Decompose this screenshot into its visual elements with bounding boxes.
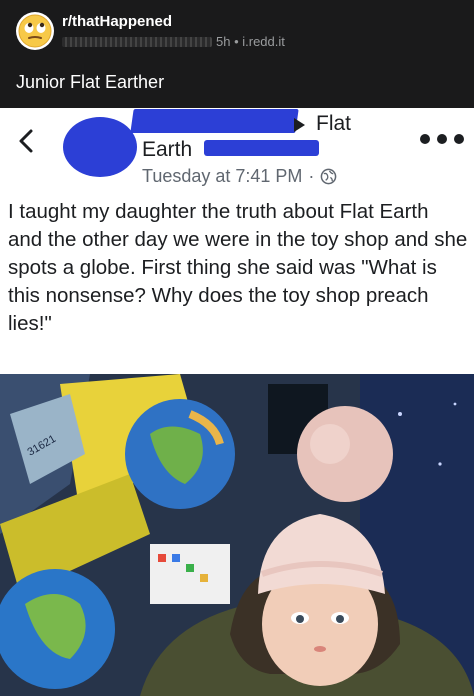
post-meta-text: 5h • i.redd.it	[216, 34, 285, 49]
group-name-line-1[interactable]: Flat	[316, 112, 351, 136]
chevron-left-icon[interactable]	[14, 128, 40, 154]
triangle-right-icon	[294, 118, 305, 132]
subreddit-name[interactable]: r/thatHappened	[62, 13, 172, 30]
post-meta: 5h • i.redd.it	[62, 34, 285, 49]
redacted-avatar	[63, 117, 137, 177]
group-name-line-2[interactable]: Earth	[142, 138, 192, 162]
reddit-post-header: r/thatHappened 5h • i.redd.it Junior Fla…	[0, 0, 474, 110]
post-timestamp: Tuesday at 7:41 PM ·	[142, 166, 337, 187]
ellipsis-icon[interactable]	[420, 134, 464, 148]
post-image[interactable]: Flat Earth Tuesday at 7:41 PM · I taught…	[0, 108, 474, 696]
rolling-eyes-emoji-icon	[18, 14, 52, 48]
post-title[interactable]: Junior Flat Earther	[16, 72, 164, 93]
redaction-scribble	[204, 140, 319, 156]
redaction-scribble	[130, 109, 299, 133]
post-body-text: I taught my daughter the truth about Fla…	[8, 200, 468, 335]
redacted-username	[62, 36, 212, 47]
photo-illustration: 31621	[0, 374, 474, 696]
separator-dot: ·	[308, 166, 315, 186]
toddler-globe-photo: 31621	[0, 374, 474, 696]
timestamp-text: Tuesday at 7:41 PM	[142, 166, 303, 186]
globe-icon	[321, 168, 337, 185]
subreddit-avatar[interactable]	[16, 12, 54, 50]
